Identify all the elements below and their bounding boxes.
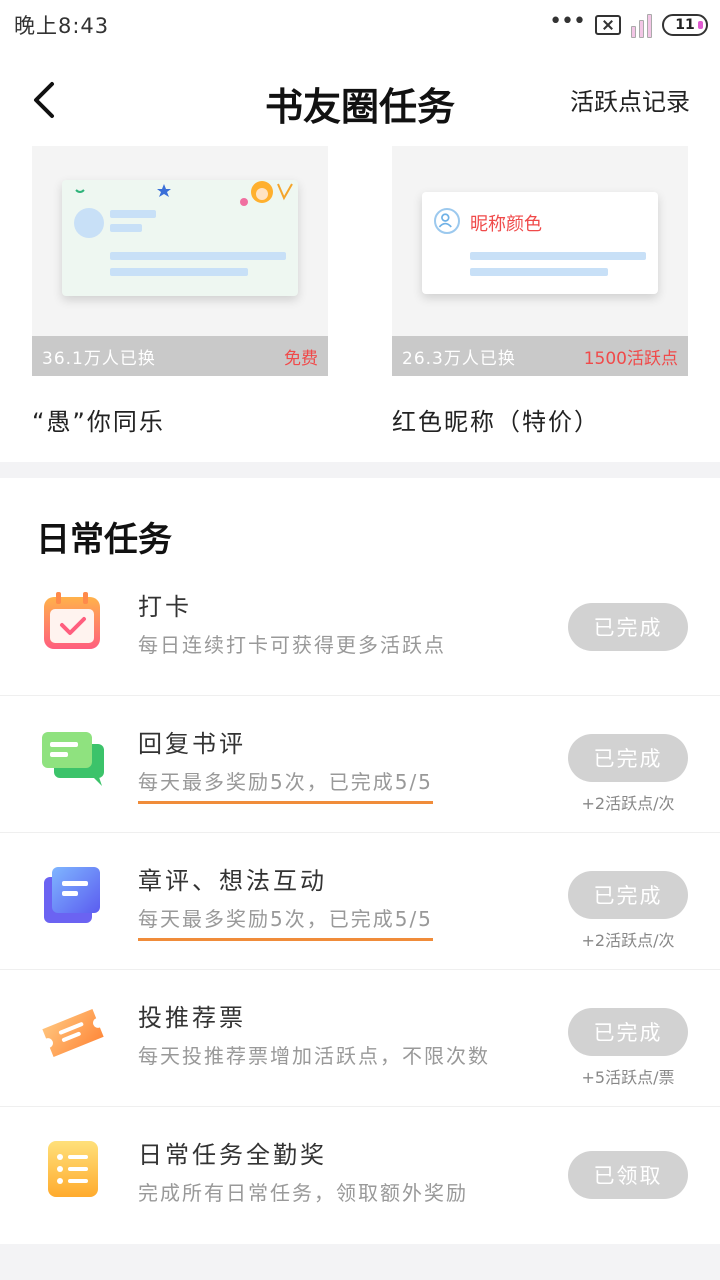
ticket-icon <box>42 1008 104 1058</box>
task-item: 章评、想法互动 每天最多奖励5次，已完成5/5 已完成 +2活跃点/次 <box>0 833 720 970</box>
task-name: 日常任务全勤奖 <box>138 1141 327 1169</box>
battery-icon: 11 <box>662 14 708 36</box>
more-dots-icon: ••• <box>549 9 586 34</box>
exchange-count: 36.1万人已换 <box>42 348 156 369</box>
task-item: 投推荐票 每天投推荐票增加活跃点，不限次数 已完成 +5活跃点/票 <box>0 970 720 1107</box>
task-item: 打卡 每日连续打卡可获得更多活跃点 已完成 <box>0 559 720 696</box>
task-status-button[interactable]: 已领取 <box>568 1151 688 1199</box>
card-footer: 36.1万人已换 免费 <box>32 336 328 376</box>
list-icon <box>48 1141 98 1197</box>
task-item: 日常任务全勤奖 完成所有日常任务，领取额外奖励 已领取 <box>0 1107 720 1244</box>
task-desc: 每天投推荐票增加活跃点，不限次数 <box>138 1044 490 1068</box>
task-desc: 完成所有日常任务，领取额外奖励 <box>138 1181 468 1205</box>
chat-bubble-icon <box>42 732 104 786</box>
task-status-button[interactable]: 已完成 <box>568 1008 688 1056</box>
task-name: 回复书评 <box>138 730 246 758</box>
header: 书友圈任务 活跃点记录 <box>0 58 720 142</box>
task-item: 回复书评 每天最多奖励5次，已完成5/5 已完成 +2活跃点/次 <box>0 696 720 833</box>
nickname-color-label: 昵称颜色 <box>470 214 542 235</box>
task-status-button[interactable]: 已完成 <box>568 603 688 651</box>
card-footer: 26.3万人已换 1500活跃点 <box>392 336 688 376</box>
section-title: 日常任务 <box>36 520 172 560</box>
bottom-band <box>0 1244 720 1280</box>
card-price: 1500活跃点 <box>583 348 678 369</box>
section-divider <box>0 462 720 478</box>
card-name: 红色昵称（特价） <box>392 408 600 436</box>
task-reward: +2活跃点/次 <box>581 931 675 950</box>
note-stack-icon <box>44 867 100 923</box>
reward-card[interactable]: 36.1万人已换 免费 “愚”你同乐 <box>32 146 328 437</box>
card-theme-mockup <box>62 180 298 296</box>
card-preview: 昵称颜色 26.3万人已换 1500活跃点 <box>392 146 688 376</box>
status-time: 晚上8:43 <box>14 14 110 38</box>
exchange-count: 26.3万人已换 <box>402 348 516 369</box>
task-name: 章评、想法互动 <box>138 867 327 895</box>
task-status-button[interactable]: 已完成 <box>568 871 688 919</box>
task-status-button[interactable]: 已完成 <box>568 734 688 782</box>
task-name: 打卡 <box>138 593 192 621</box>
task-name: 投推荐票 <box>138 1004 246 1032</box>
card-preview: 36.1万人已换 免费 <box>32 146 328 376</box>
card-name: “愚”你同乐 <box>32 408 165 436</box>
task-reward: +5活跃点/票 <box>581 1068 675 1087</box>
task-progress: 每天最多奖励5次，已完成5/5 <box>138 766 433 804</box>
card-price: 免费 <box>284 348 318 369</box>
mock-avatar <box>74 208 104 238</box>
no-sim-icon <box>595 15 621 35</box>
decoration-icons <box>75 181 293 206</box>
task-reward: +2活跃点/次 <box>581 794 675 813</box>
activity-record-link[interactable]: 活跃点记录 <box>570 82 690 117</box>
task-desc: 每日连续打卡可获得更多活跃点 <box>138 633 446 657</box>
card-nickname-mockup: 昵称颜色 <box>422 192 658 294</box>
reward-cards: 36.1万人已换 免费 “愚”你同乐 昵称颜色 26.3万人已换 1500活跃点… <box>0 146 720 462</box>
reward-card[interactable]: 昵称颜色 26.3万人已换 1500活跃点 红色昵称（特价） <box>392 146 688 437</box>
user-icon <box>434 208 460 234</box>
task-progress: 每天最多奖励5次，已完成5/5 <box>138 903 433 941</box>
status-icons: ••• 11 <box>549 10 708 40</box>
status-bar: 晚上8:43 ••• 11 <box>0 0 720 50</box>
signal-icon <box>631 12 652 38</box>
calendar-check-icon <box>44 592 100 649</box>
